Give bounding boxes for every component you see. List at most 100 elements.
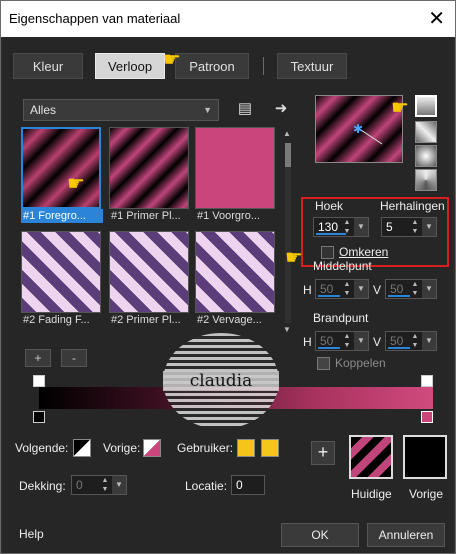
brandpunt-h-value: 50 [320, 334, 334, 348]
tab-divider [263, 57, 264, 75]
volgende-swatch[interactable] [73, 439, 91, 457]
middelpunt-v-label: V [373, 283, 382, 297]
ok-button[interactable]: OK [281, 523, 359, 547]
add-color-button[interactable]: + [311, 441, 335, 465]
locatie-input[interactable]: 0 [231, 475, 265, 495]
slider-fill [316, 233, 346, 235]
gebruiker-label: Gebruiker: [177, 441, 234, 455]
gallery-item-label: #1 Foregro... [21, 209, 103, 223]
gallery-item[interactable]: #1 Foregro... ☛ [21, 127, 103, 223]
close-icon[interactable]: ✕ [428, 6, 445, 31]
rectangular-style-button[interactable] [415, 121, 437, 143]
folder-icon[interactable]: ▤ [235, 99, 255, 119]
gallery-item-label: #2 Primer Pl... [111, 314, 181, 326]
gradient-preview[interactable]: ✱ [315, 95, 403, 163]
help-link[interactable]: Help [19, 527, 44, 541]
middelpunt-label: Middelpunt [313, 259, 372, 273]
tab-patroon[interactable]: Patroon [175, 53, 249, 79]
gallery-item[interactable]: #1 Primer Pl... [109, 127, 191, 223]
vorige-big-label: Vorige [409, 487, 444, 501]
remove-gradient-button[interactable]: - [61, 349, 87, 367]
vorige-swatch[interactable] [143, 439, 161, 457]
pointer-hand-icon: ☛ [285, 247, 303, 269]
huidige-swatch[interactable] [349, 435, 393, 479]
pointer-hand-icon: ☛ [391, 97, 409, 119]
sunburst-style-button[interactable] [415, 169, 437, 191]
slider-fill [388, 295, 410, 297]
tab-verloop[interactable]: Verloop [95, 53, 165, 79]
gallery-scrollbar[interactable]: ▲ ▼ [283, 129, 293, 335]
slider-fill [318, 347, 340, 349]
spin-arrows-icon[interactable]: ▲ ▼ [408, 280, 422, 298]
vorige-big-swatch[interactable] [403, 435, 447, 479]
gradient-stop-bottom-right[interactable] [421, 411, 433, 423]
middelpunt-v-value: 50 [390, 282, 404, 296]
gradient-stop-top-left[interactable] [33, 375, 45, 387]
pointer-hand-icon: ☛ [163, 49, 181, 71]
gallery-item[interactable]: #1 Voorgro... [195, 127, 277, 223]
brandpunt-h-input[interactable]: 50 ▲ ▼ ▼ [315, 331, 369, 351]
koppelen-checkbox[interactable] [317, 357, 330, 370]
watermark-logo: claudia [163, 333, 279, 429]
omkeren-label: Omkeren [339, 245, 389, 259]
gallery-item-label: #1 Voorgro... [197, 210, 260, 222]
material-properties-dialog: Eigenschappen van materiaal ✕ Kleur Verl… [0, 0, 456, 554]
angle-handle-icon: ✱ [353, 122, 383, 145]
category-select[interactable]: Alles ▼ [23, 99, 219, 121]
dialog-footer: Help OK Annuleren [5, 519, 455, 553]
gallery-item[interactable]: #2 Fading F... [21, 231, 103, 327]
cancel-button[interactable]: Annuleren [367, 523, 445, 547]
locatie-label: Locatie: [185, 479, 228, 493]
window-title: Eigenschappen van materiaal [9, 11, 181, 26]
chevron-down-icon[interactable]: ▼ [422, 218, 436, 236]
gallery-item-label: #1 Primer Pl... [111, 210, 181, 222]
brandpunt-v-label: V [373, 335, 382, 349]
spin-arrows-icon[interactable]: ▲ ▼ [340, 332, 354, 350]
scroll-thumb[interactable] [285, 143, 291, 167]
gradient-stop-top-right[interactable] [421, 375, 433, 387]
arrow-right-icon[interactable]: ➜ [271, 99, 291, 119]
herhalingen-input[interactable]: 5 ▲ ▼ ▼ [381, 217, 437, 237]
gallery-item[interactable]: #2 Primer Pl... [109, 231, 191, 327]
chevron-down-icon[interactable]: ▼ [112, 476, 126, 494]
dekking-value: 0 [76, 478, 83, 492]
dekking-input[interactable]: 0 ▲ ▼ ▼ [71, 475, 127, 495]
add-gradient-button[interactable]: + [25, 349, 51, 367]
spin-arrows-icon[interactable]: ▲ ▼ [98, 476, 112, 494]
watermark-text: claudia [163, 371, 279, 391]
radial-style-button[interactable] [415, 145, 437, 167]
spin-arrows-icon[interactable]: ▲ ▼ [408, 218, 422, 236]
chevron-down-icon[interactable]: ▼ [354, 280, 368, 298]
gallery-item[interactable]: #2 Vervage... [195, 231, 277, 327]
scroll-track [285, 143, 291, 323]
chevron-down-icon[interactable]: ▼ [283, 325, 291, 334]
spin-arrows-icon[interactable]: ▲ ▼ [340, 280, 354, 298]
slider-fill [388, 347, 410, 349]
gradient-swatch [195, 231, 275, 313]
middelpunt-v-input[interactable]: 50 ▲ ▼ ▼ [385, 279, 437, 299]
gradient-stop-bottom-left[interactable] [33, 411, 45, 423]
linear-style-button[interactable] [415, 95, 437, 117]
gebruiker-swatch-1[interactable] [237, 439, 255, 457]
brandpunt-v-value: 50 [390, 334, 404, 348]
tab-textuur[interactable]: Textuur [277, 53, 347, 79]
chevron-down-icon[interactable]: ▼ [354, 332, 368, 350]
gebruiker-swatch-2[interactable] [261, 439, 279, 457]
chevron-down-icon: ▼ [203, 105, 212, 115]
chevron-down-icon[interactable]: ▼ [422, 332, 436, 350]
middelpunt-h-input[interactable]: 50 ▲ ▼ ▼ [315, 279, 369, 299]
hoek-input[interactable]: 130 ▲ ▼ ▼ [313, 217, 369, 237]
chevron-down-icon[interactable]: ▼ [422, 280, 436, 298]
herhalingen-value: 5 [386, 220, 393, 234]
brandpunt-v-input[interactable]: 50 ▲ ▼ ▼ [385, 331, 437, 351]
gradient-swatch [21, 231, 101, 313]
tab-kleur[interactable]: Kleur [13, 53, 83, 79]
hoek-label: Hoek [315, 199, 344, 213]
gradient-swatch [195, 127, 275, 209]
chevron-down-icon[interactable]: ▼ [354, 218, 368, 236]
vorige-label: Vorige: [103, 441, 141, 455]
title-bar: Eigenschappen van materiaal ✕ [1, 1, 455, 37]
spin-arrows-icon[interactable]: ▲ ▼ [408, 332, 422, 350]
omkeren-checkbox[interactable] [321, 246, 334, 259]
chevron-up-icon[interactable]: ▲ [283, 129, 291, 138]
